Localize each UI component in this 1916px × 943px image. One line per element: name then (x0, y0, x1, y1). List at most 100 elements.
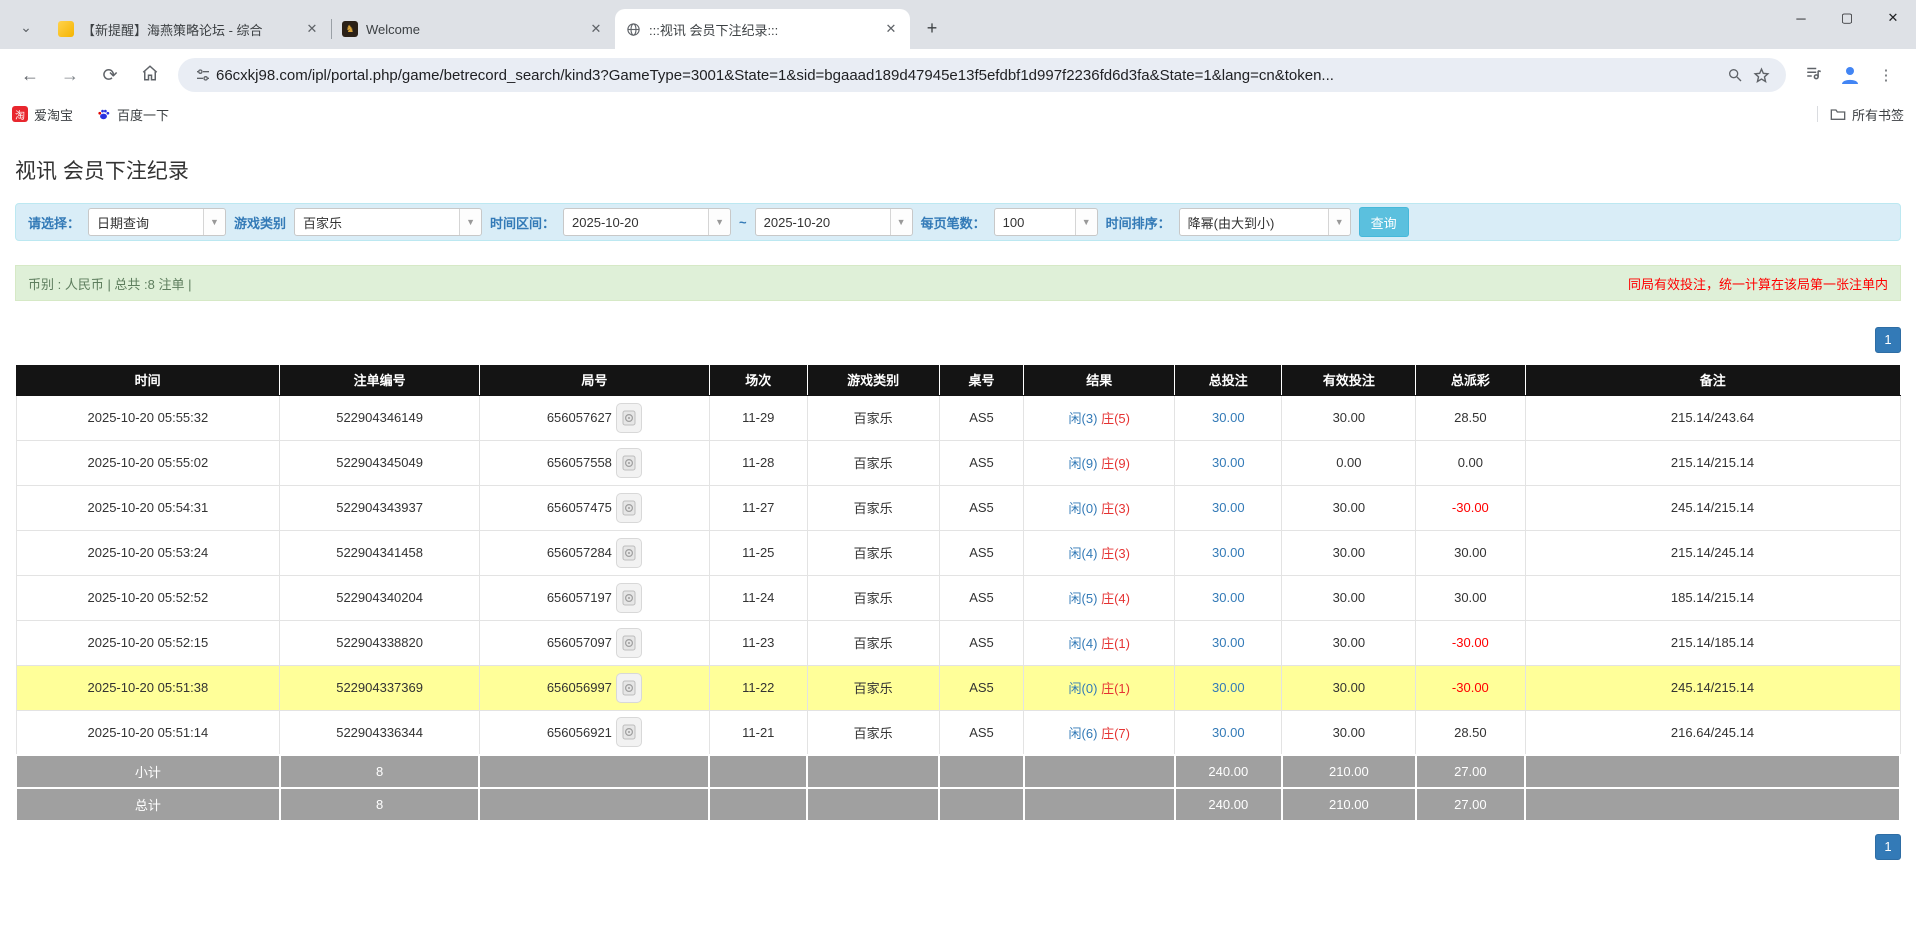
summary-empty (1024, 788, 1175, 821)
video-replay-icon[interactable] (616, 493, 642, 523)
cell-note: 185.14/215.14 (1525, 575, 1900, 620)
browser-tab[interactable]: ♞Welcome✕ (332, 9, 615, 49)
cell-table-no: AS5 (939, 665, 1024, 710)
total-bet-link[interactable]: 30.00 (1212, 455, 1245, 470)
page-number-button[interactable]: 1 (1875, 834, 1901, 860)
page-size-label: 每页笔数： (921, 213, 986, 232)
cell-game-type: 百家乐 (807, 440, 939, 485)
pagination-top: 1 (15, 327, 1901, 353)
cell-time: 2025-10-20 05:55:02 (16, 440, 280, 485)
bookmark-item[interactable]: 淘爱淘宝 (12, 105, 73, 124)
bookmark-star-icon[interactable] (1748, 62, 1774, 88)
video-replay-icon[interactable] (616, 403, 642, 433)
chevron-down-icon[interactable]: ▼ (708, 209, 730, 235)
video-replay-icon[interactable] (616, 628, 642, 658)
bet-records-table: 时间注单编号局号场次游戏类别桌号结果总投注有效投注总派彩备注 2025-10-2… (15, 365, 1901, 822)
cell-game-type: 百家乐 (807, 710, 939, 755)
notice-text: 同局有效投注，统一计算在该局第一张注单内 (1628, 274, 1888, 293)
back-icon[interactable]: ← (13, 58, 47, 92)
cell-valid-bet: 30.00 (1282, 575, 1416, 620)
video-replay-icon[interactable] (616, 448, 642, 478)
total-bet-link[interactable]: 30.00 (1212, 680, 1245, 695)
date-to-input[interactable]: 2025-10-20 ▼ (755, 208, 913, 236)
round-id-wrap: 656057097 (480, 628, 709, 658)
chevron-down-icon[interactable]: ▼ (890, 209, 912, 235)
cell-session: 11-25 (709, 530, 807, 575)
tab-strip: ⌄ 【新提醒】海燕策略论坛 - 综合✕♞Welcome✕:::视讯 会员下注纪录… (0, 0, 1916, 49)
cell-bet-id: 522904340204 (280, 575, 480, 620)
video-replay-icon[interactable] (616, 583, 642, 613)
tab-close-icon[interactable]: ✕ (882, 20, 900, 38)
column-header: 时间 (16, 365, 280, 395)
tab-close-icon[interactable]: ✕ (303, 20, 321, 38)
query-type-select[interactable]: 日期查询 ▼ (88, 208, 226, 236)
chevron-down-icon[interactable]: ▼ (1075, 209, 1097, 235)
tab-search-chevron-icon[interactable]: ⌄ (12, 13, 40, 41)
cell-payout: -30.00 (1416, 620, 1525, 665)
all-bookmarks-button[interactable]: 所有书签 (1830, 105, 1904, 124)
reload-icon[interactable]: ⟳ (93, 58, 127, 92)
search-button[interactable]: 查询 (1359, 207, 1409, 237)
round-id-wrap: 656057627 (480, 403, 709, 433)
round-id-text: 656057475 (547, 500, 612, 515)
profile-avatar[interactable] (1834, 59, 1866, 91)
video-replay-icon[interactable] (616, 717, 642, 747)
page-size-select[interactable]: 100 ▼ (994, 208, 1098, 236)
cell-payout: -30.00 (1416, 485, 1525, 530)
cell-session: 11-21 (709, 710, 807, 755)
new-tab-button[interactable]: + (918, 14, 946, 42)
cell-valid-bet: 30.00 (1282, 710, 1416, 755)
media-controls-icon[interactable] (1797, 58, 1831, 92)
site-controls-icon[interactable] (190, 62, 216, 88)
cell-result: 闲(4) 庄(1) (1024, 620, 1175, 665)
video-replay-icon[interactable] (616, 538, 642, 568)
game-type-select[interactable]: 百家乐 ▼ (294, 208, 482, 236)
result-banker: 庄(7) (1101, 726, 1130, 741)
cell-payout: 28.50 (1416, 395, 1525, 440)
cell-session: 11-28 (709, 440, 807, 485)
bookmark-item[interactable]: 百度一下 (95, 105, 169, 124)
url-text[interactable]: 66cxkj98.com/ipl/portal.php/game/betreco… (216, 67, 1722, 84)
cell-note: 245.14/215.14 (1525, 485, 1900, 530)
page-title: 视讯 会员下注纪录 (15, 155, 1901, 185)
home-icon[interactable] (133, 58, 167, 92)
crest-glyph: ♞ (346, 24, 355, 35)
cell-round-id: 656057475 (479, 485, 709, 530)
cell-result: 闲(0) 庄(1) (1024, 665, 1175, 710)
round-id-text: 656057097 (547, 635, 612, 650)
cell-result: 闲(0) 庄(3) (1024, 485, 1175, 530)
forward-icon[interactable]: → (53, 58, 87, 92)
url-bar[interactable]: 66cxkj98.com/ipl/portal.php/game/betreco… (178, 58, 1786, 92)
zoom-indicator-icon[interactable] (1722, 62, 1748, 88)
total-bet-link[interactable]: 30.00 (1212, 725, 1245, 740)
window-minimize-button[interactable]: ─ (1778, 0, 1824, 36)
browser-menu-icon[interactable]: ⋮ (1869, 58, 1903, 92)
tab-title: :::视讯 会员下注纪录::: (649, 20, 876, 39)
date-from-input[interactable]: 2025-10-20 ▼ (563, 208, 731, 236)
cell-valid-bet: 30.00 (1282, 620, 1416, 665)
result-player: 闲(4) (1069, 636, 1098, 651)
total-bet-link[interactable]: 30.00 (1212, 545, 1245, 560)
total-bet-link[interactable]: 30.00 (1212, 590, 1245, 605)
sort-select[interactable]: 降幂(由大到小) ▼ (1179, 208, 1351, 236)
page-number-button[interactable]: 1 (1875, 327, 1901, 353)
round-id-wrap: 656057558 (480, 448, 709, 478)
round-id-wrap: 656056997 (480, 673, 709, 703)
window-close-button[interactable]: ✕ (1870, 0, 1916, 36)
summary-empty (709, 755, 807, 788)
chevron-down-icon[interactable]: ▼ (1328, 209, 1350, 235)
chevron-down-icon[interactable]: ▼ (203, 209, 225, 235)
video-replay-icon[interactable] (616, 673, 642, 703)
cell-note: 245.14/215.14 (1525, 665, 1900, 710)
total-bet-link[interactable]: 30.00 (1212, 500, 1245, 515)
chevron-down-icon[interactable]: ▼ (459, 209, 481, 235)
column-header: 有效投注 (1282, 365, 1416, 395)
browser-tab[interactable]: :::视讯 会员下注纪录:::✕ (615, 9, 910, 49)
summary-total-bet: 240.00 (1175, 755, 1282, 788)
window-maximize-button[interactable]: ▢ (1824, 0, 1870, 36)
tab-close-icon[interactable]: ✕ (587, 20, 605, 38)
cell-round-id: 656057558 (479, 440, 709, 485)
browser-tab[interactable]: 【新提醒】海燕策略论坛 - 综合✕ (48, 9, 331, 49)
total-bet-link[interactable]: 30.00 (1212, 410, 1245, 425)
total-bet-link[interactable]: 30.00 (1212, 635, 1245, 650)
